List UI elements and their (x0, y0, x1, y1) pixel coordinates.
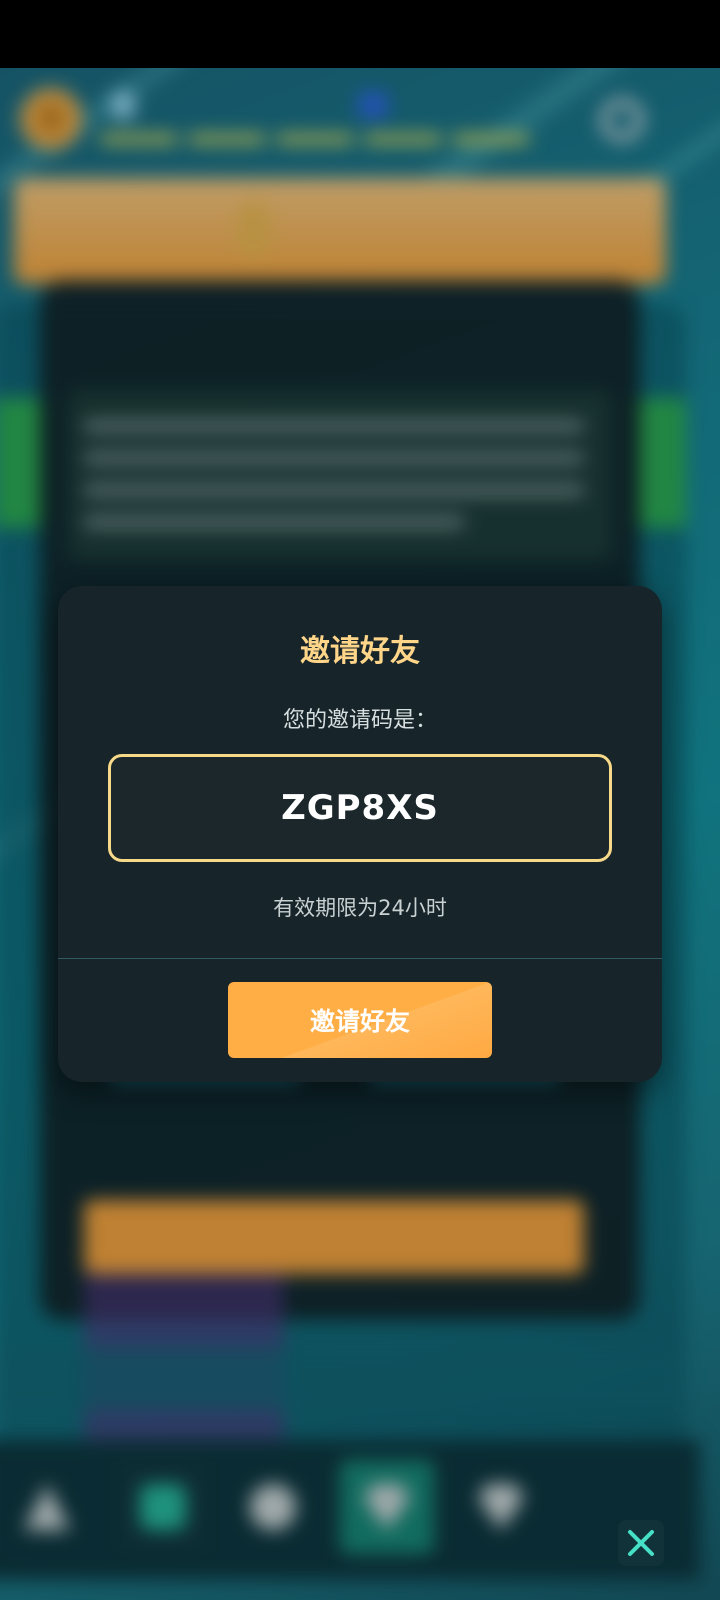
invite-friend-dialog: 邀请好友 您的邀请码是： ZGP8XS 有效期限为24小时 邀请好友 (58, 586, 662, 1082)
status-bar (0, 0, 720, 68)
close-icon (628, 1530, 654, 1556)
invite-code: ZGP8XS (281, 788, 439, 828)
close-button[interactable] (618, 1520, 664, 1566)
screen: $ 邀请好友 您的邀请码是： ZGP8XS 有效期限为24小时 邀请好友 (0, 0, 720, 1600)
invite-button-label: 邀请好友 (309, 1007, 410, 1036)
divider (58, 958, 662, 959)
dialog-title: 邀请好友 (300, 634, 420, 669)
invite-code-box[interactable]: ZGP8XS (108, 754, 612, 862)
invite-code-label: 您的邀请码是： (282, 708, 437, 733)
validity-text: 有效期限为24小时 (273, 896, 447, 920)
invite-friend-button[interactable]: 邀请好友 (228, 982, 492, 1058)
